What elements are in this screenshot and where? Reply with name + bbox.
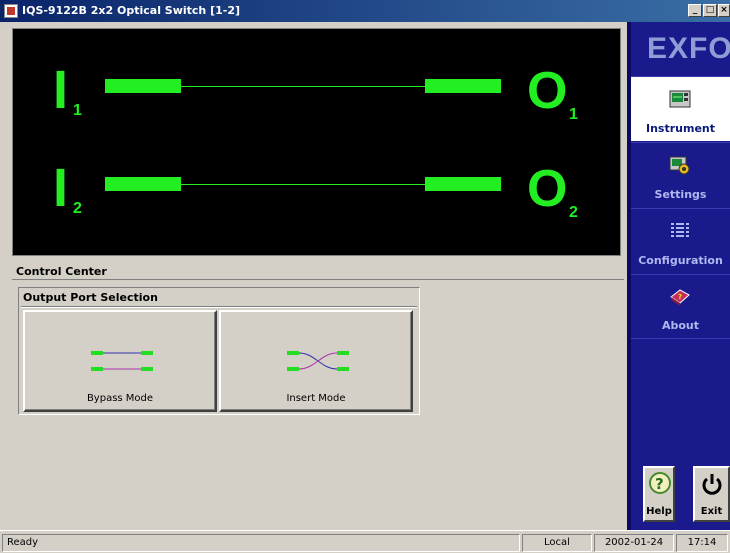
output-port-1-number: 1: [569, 106, 578, 123]
sidebar-item-instrument[interactable]: Instrument: [631, 76, 730, 141]
insert-mode-button[interactable]: Insert Mode: [219, 310, 413, 412]
help-label: Help: [646, 506, 672, 517]
sidebar-item-about[interactable]: ? About: [631, 274, 730, 339]
help-button[interactable]: ? Help: [643, 466, 675, 522]
sidebar-item-settings[interactable]: Settings: [631, 142, 730, 207]
sidebar-item-label: Configuration: [638, 254, 723, 267]
minimize-button[interactable]: _: [688, 4, 702, 17]
bypass-mode-label: Bypass Mode: [86, 393, 154, 404]
instrument-icon: [669, 90, 691, 108]
maximize-button[interactable]: □: [703, 4, 717, 17]
about-icon: ?: [670, 289, 690, 306]
input-port-1-letter: I: [53, 60, 69, 120]
sidebar-item-label: Instrument: [646, 122, 715, 135]
output-port-selection-group: Output Port Selection Bypass Mode Insert…: [18, 287, 420, 415]
bypass-mode-button[interactable]: Bypass Mode: [23, 310, 217, 412]
control-center-header: Control Center: [12, 262, 624, 280]
svg-text:?: ?: [655, 475, 664, 493]
help-icon: ?: [649, 472, 671, 494]
sidebar-item-label: Settings: [654, 188, 707, 201]
window-title: IQS-9122B 2x2 Optical Switch [1-2]: [22, 4, 241, 17]
navigation-sidebar: EXFO Instrument Settings Configuration ?…: [627, 22, 730, 530]
insert-mode-label: Insert Mode: [286, 393, 346, 404]
app-icon: [4, 4, 18, 18]
output-1-connector: [425, 79, 501, 93]
input-port-1-number: 1: [73, 102, 82, 119]
input-2-connector: [105, 177, 181, 191]
fiber-path-1: [181, 86, 425, 87]
exfo-logo: EXFO: [647, 32, 730, 65]
switch-display: I 1 O 1 I 2 O 2: [12, 28, 621, 256]
configuration-icon: [671, 223, 689, 237]
fiber-path-2: [181, 184, 425, 185]
status-text: Ready: [2, 534, 520, 552]
title-bar: IQS-9122B 2x2 Optical Switch [1-2] _ □ ×: [0, 0, 730, 22]
insert-mode-icon: [287, 351, 349, 371]
status-mode: Local: [522, 534, 592, 552]
svg-text:?: ?: [678, 293, 682, 301]
output-port-2-letter: O: [527, 160, 568, 218]
close-button[interactable]: ×: [718, 4, 730, 17]
group-divider: [21, 306, 417, 308]
power-icon: [702, 474, 722, 495]
exit-button[interactable]: Exit: [693, 466, 730, 522]
status-date: 2002-01-24: [594, 534, 674, 552]
status-time: 17:14: [676, 534, 728, 552]
output-port-2-number: 2: [569, 204, 578, 221]
exit-label: Exit: [700, 506, 723, 517]
sidebar-item-configuration[interactable]: Configuration: [631, 208, 730, 273]
input-port-2-letter: I: [53, 158, 69, 218]
settings-icon: [669, 156, 690, 175]
input-1-connector: [105, 79, 181, 93]
status-bar: Ready Local 2002-01-24 17:14: [0, 530, 730, 553]
output-port-1-letter: O: [527, 62, 568, 120]
output-2-connector: [425, 177, 501, 191]
group-title: Output Port Selection: [23, 291, 158, 304]
bypass-mode-icon: [91, 351, 153, 371]
sidebar-item-label: About: [661, 319, 700, 332]
input-port-2-number: 2: [73, 200, 82, 217]
